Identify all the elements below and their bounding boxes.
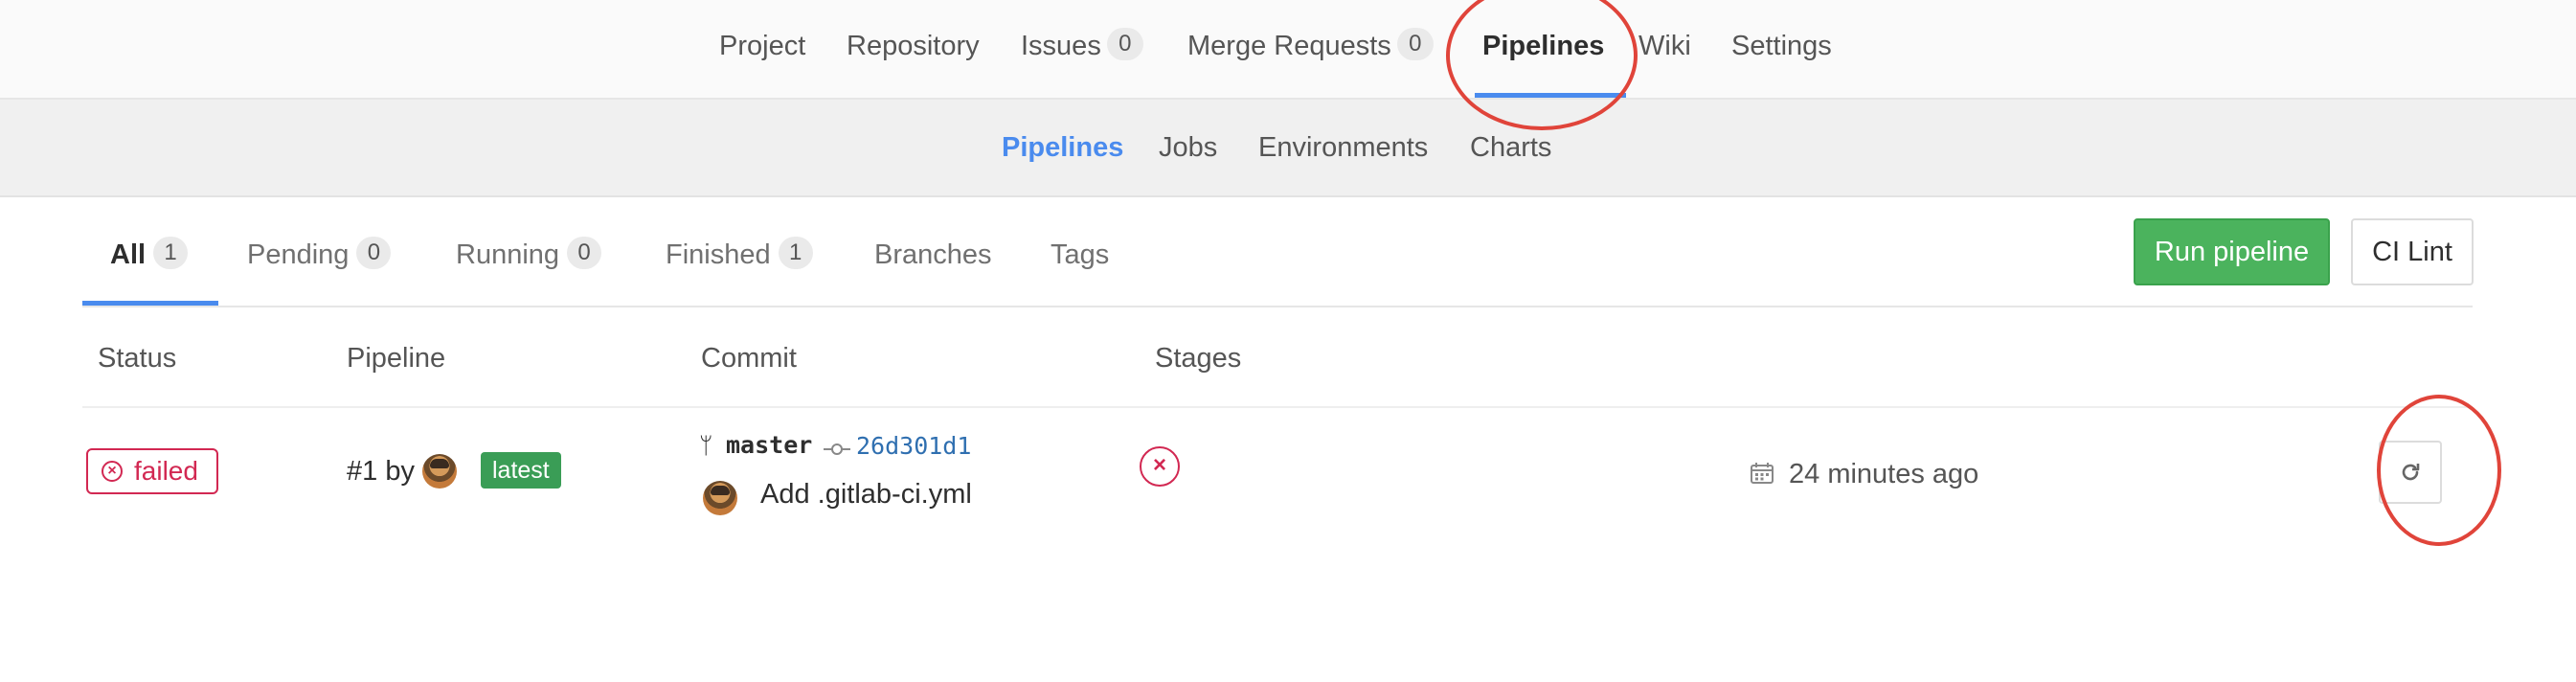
header-commit: Commit xyxy=(701,343,797,374)
calendar-icon xyxy=(1751,463,1774,484)
tab-running-label: Running xyxy=(456,239,560,270)
nav-issues-label: Issues xyxy=(1021,31,1101,61)
header-stages: Stages xyxy=(1155,343,1242,374)
nav-merge-requests[interactable]: Merge Requests 0 xyxy=(1187,0,1434,98)
latest-badge: latest xyxy=(481,452,561,489)
avatar[interactable] xyxy=(422,454,457,489)
commit-sha-link[interactable]: 26d301d1 xyxy=(856,432,971,460)
tab-pending-label: Pending xyxy=(247,239,350,270)
status-badge[interactable]: × failed xyxy=(86,448,218,494)
merge-requests-count-badge: 0 xyxy=(1396,28,1434,61)
tab-all[interactable]: All 1 xyxy=(110,218,189,291)
tab-running[interactable]: Running 0 xyxy=(456,218,602,291)
nav-merge-requests-label: Merge Requests xyxy=(1187,31,1391,61)
status-failed-icon: × xyxy=(102,461,123,482)
tab-finished-count: 1 xyxy=(778,237,813,270)
run-pipeline-button[interactable]: Run pipeline xyxy=(2134,218,2330,285)
nav-repository[interactable]: Repository xyxy=(847,0,980,98)
tab-pending[interactable]: Pending 0 xyxy=(247,218,392,291)
nav-issues[interactable]: Issues 0 xyxy=(1021,0,1143,98)
stage-failed-icon[interactable]: × xyxy=(1140,446,1180,487)
tab-all-count: 1 xyxy=(153,237,189,270)
top-nav: Project Repository Issues 0 Merge Request… xyxy=(0,0,2576,100)
tab-finished-label: Finished xyxy=(666,239,771,270)
ci-lint-button[interactable]: CI Lint xyxy=(2351,218,2474,285)
subnav-jobs[interactable]: Jobs xyxy=(1159,100,1217,195)
tabs-divider xyxy=(82,306,2473,307)
tab-pending-count: 0 xyxy=(356,237,392,270)
pipeline-id[interactable]: #1 by xyxy=(347,450,415,492)
branch-icon: ᛘ xyxy=(699,433,713,459)
tab-branches[interactable]: Branches xyxy=(874,218,992,291)
subnav-pipelines[interactable]: Pipelines xyxy=(1002,100,1123,195)
header-pipeline: Pipeline xyxy=(347,343,446,374)
commit-icon xyxy=(824,443,850,455)
header-status: Status xyxy=(98,343,177,374)
status-label: failed xyxy=(134,456,198,486)
tab-finished[interactable]: Finished 1 xyxy=(666,218,813,291)
nav-wiki[interactable]: Wiki xyxy=(1638,0,1691,98)
tab-running-count: 0 xyxy=(567,237,602,270)
annotation-circle-retry-button xyxy=(2377,395,2501,546)
sub-nav: Pipelines Jobs Environments Charts xyxy=(0,100,2576,197)
branch-name-link[interactable]: master xyxy=(726,431,812,459)
nav-settings[interactable]: Settings xyxy=(1731,0,1832,98)
tab-all-label: All xyxy=(110,239,147,270)
subnav-environments[interactable]: Environments xyxy=(1258,100,1428,195)
commit-message-link[interactable]: Add .gitlab-ci.yml xyxy=(760,479,972,511)
tab-tags[interactable]: Tags xyxy=(1051,218,1109,291)
nav-project[interactable]: Project xyxy=(719,0,805,98)
issues-count-badge: 0 xyxy=(1106,28,1143,61)
commit-author-avatar[interactable] xyxy=(703,481,737,515)
time-ago: 24 minutes ago xyxy=(1789,459,1979,489)
